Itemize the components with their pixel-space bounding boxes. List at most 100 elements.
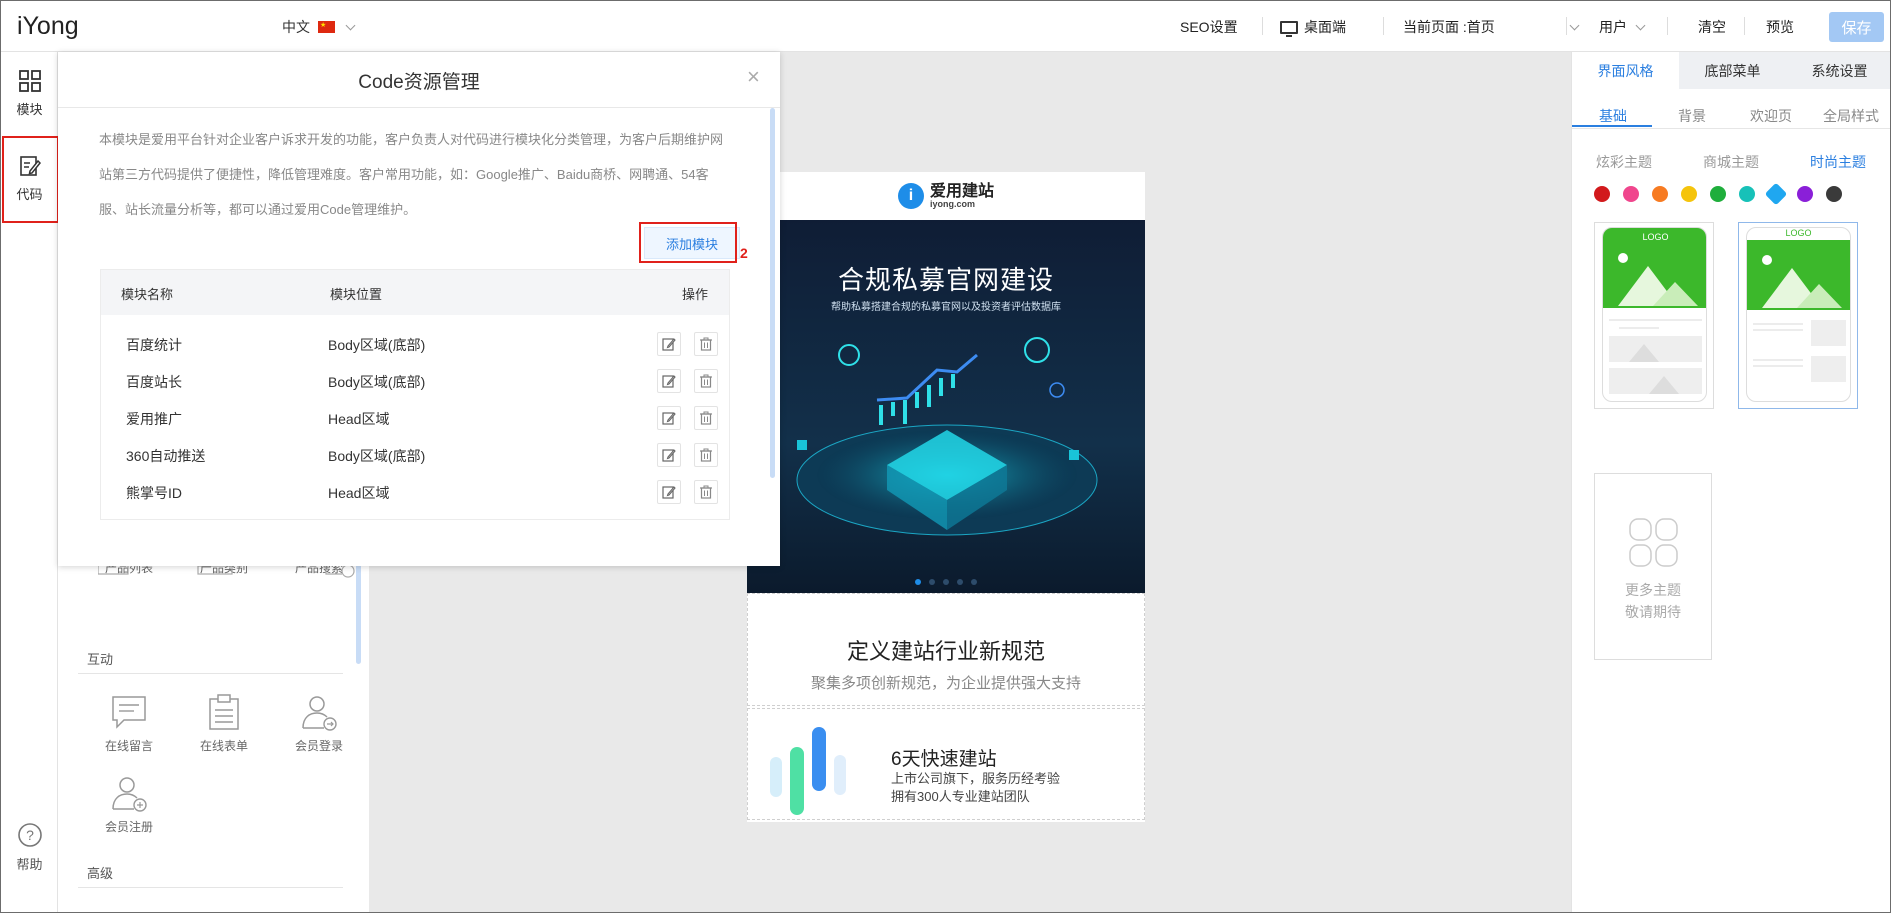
theme-card[interactable]: LOGO: [1594, 222, 1714, 409]
modules-button[interactable]: 模块: [1, 69, 58, 118]
block2-text: 上市公司旗下，服务历经考验 拥有300人专业建站团队: [891, 770, 1060, 806]
preview-block-norms[interactable]: 定义建站行业新规范 聚集多项创新规范，为企业提供强大支持: [747, 593, 1145, 706]
style-subtabs: 基础 背景 欢迎页 全局样式: [1572, 99, 1890, 129]
delete-button[interactable]: [694, 369, 718, 393]
module-member-register[interactable]: 会员注册: [87, 774, 171, 835]
edit-icon: [662, 338, 676, 351]
color-swatch[interactable]: [1652, 186, 1668, 202]
theme-tab-colorful[interactable]: 炫彩主题: [1596, 152, 1652, 172]
clear-label: 清空: [1698, 19, 1726, 35]
color-swatch[interactable]: [1739, 186, 1755, 202]
user-add-icon: [112, 777, 147, 812]
close-icon[interactable]: ×: [747, 64, 760, 90]
delete-button[interactable]: [694, 480, 718, 504]
top-bar: iYong 中文 SEO设置 桌面端 当前页面 :首页 用户 清空: [1, 1, 1890, 52]
color-swatch[interactable]: [1764, 182, 1788, 206]
block1-subtitle: 聚集多项创新规范，为企业提供强大支持: [810, 675, 1081, 692]
delete-button[interactable]: [694, 332, 718, 356]
preview-banner: 合规私募官网建设 帮助私募搭建合规的私募官网以及投资者评估数据库: [747, 220, 1145, 593]
color-swatch[interactable]: [1594, 186, 1610, 202]
user-menu[interactable]: 用户: [1599, 17, 1646, 37]
module-online-message[interactable]: 在线留言: [87, 693, 171, 754]
seo-settings-button[interactable]: SEO设置: [1180, 17, 1238, 37]
theme-card-selected[interactable]: LOGO: [1738, 222, 1858, 409]
carousel-dots[interactable]: [747, 579, 1145, 585]
table-header: 模块名称 模块位置 操作: [101, 270, 729, 315]
preview-block-fast[interactable]: 6天快速建站 上市公司旗下，服务历经考验 拥有300人专业建站团队: [747, 708, 1145, 820]
subtab-welcome[interactable]: 欢迎页: [1750, 106, 1792, 126]
table-row: 百度站长 Body区域(底部): [101, 362, 731, 399]
subtab-basic[interactable]: 基础: [1599, 106, 1627, 126]
clear-button[interactable]: 清空: [1698, 17, 1726, 37]
color-swatch[interactable]: [1681, 186, 1697, 202]
trash-icon: [700, 374, 712, 388]
theme-logo: LOGO: [1642, 232, 1669, 242]
brand-domain: iyong.com: [929, 198, 975, 209]
dialog-description: 本模块是爱用平台针对企业客户诉求开发的功能，客户负责人对代码进行模块化分类管理，…: [99, 132, 724, 217]
theme-banner: LOGO: [1603, 228, 1706, 308]
carousel-dot[interactable]: [929, 579, 935, 585]
chevron-down-icon: [345, 20, 356, 30]
more-themes-line2: 敬请期待: [1625, 604, 1681, 620]
message-icon: [112, 696, 146, 729]
carousel-dot[interactable]: [943, 579, 949, 585]
color-swatch[interactable]: [1710, 186, 1726, 202]
tab-system-settings[interactable]: 系统设置: [1786, 52, 1890, 89]
monitor-icon: [1280, 20, 1298, 37]
save-button[interactable]: 保存: [1829, 12, 1884, 42]
more-themes-card: 更多主题 敬请期待: [1594, 473, 1712, 660]
clipboard-icon: [209, 694, 239, 730]
color-swatch[interactable]: [1826, 186, 1842, 202]
row-name: 熊掌号ID: [126, 485, 182, 501]
module-online-form[interactable]: 在线表单: [182, 693, 266, 754]
app-logo: iYong: [17, 12, 79, 40]
row-name: 360自动推送: [126, 448, 206, 464]
delete-button[interactable]: [694, 406, 718, 430]
block2-line1: 上市公司旗下，服务历经考验: [891, 771, 1061, 786]
edit-button[interactable]: [657, 332, 681, 356]
theme-tab-fashion[interactable]: 时尚主题: [1810, 152, 1866, 172]
dialog-scrollbar[interactable]: [770, 108, 775, 478]
module-member-login[interactable]: 会员登录: [277, 693, 361, 754]
carousel-dot[interactable]: [957, 579, 963, 585]
edit-button[interactable]: [657, 406, 681, 430]
site-preview[interactable]: i 爱用建站 iyong.com 合规私募官网建设 帮助私募搭建合规的私募官网以…: [747, 172, 1145, 822]
row-position: Head区域: [328, 411, 390, 427]
grid-icon: [18, 70, 41, 92]
row-position: Body区域(底部): [328, 448, 426, 464]
subtab-global-style[interactable]: 全局样式: [1823, 106, 1879, 126]
theme-tab-mall[interactable]: 商城主题: [1703, 152, 1759, 172]
theme-preview-phone: LOGO: [1602, 227, 1707, 402]
device-label: 桌面端: [1304, 19, 1346, 35]
color-swatch[interactable]: [1797, 186, 1813, 202]
subtab-background[interactable]: 背景: [1678, 106, 1706, 126]
divider: [1383, 17, 1384, 35]
edit-button[interactable]: [657, 443, 681, 467]
current-page-select[interactable]: 当前页面 :首页: [1403, 17, 1580, 37]
theme-banner: [1747, 240, 1850, 310]
online-message-label: 在线留言: [104, 739, 153, 753]
code-module-table: 模块名称 模块位置 操作 百度统计 Body区域(底部) 百度站长 Body区域…: [100, 269, 730, 520]
preview-label: 预览: [1766, 19, 1794, 35]
device-toggle[interactable]: 桌面端: [1280, 17, 1346, 37]
carousel-dot[interactable]: [915, 579, 921, 585]
row-position: Head区域: [328, 485, 390, 501]
help-button[interactable]: ? 帮助: [1, 822, 58, 873]
chevron-down-icon: [1635, 20, 1646, 30]
edit-button[interactable]: [657, 480, 681, 504]
app-window: iYong 中文 SEO设置 桌面端 当前页面 :首页 用户 清空: [0, 0, 1891, 913]
seo-label: SEO设置: [1180, 19, 1238, 35]
trash-icon: [700, 411, 712, 425]
carousel-dot[interactable]: [971, 579, 977, 585]
help-label: 帮助: [16, 857, 43, 872]
edit-button[interactable]: [657, 369, 681, 393]
table-row: 百度统计 Body区域(底部): [101, 325, 731, 362]
color-swatch[interactable]: [1623, 186, 1639, 202]
row-name: 爱用推广: [126, 411, 182, 427]
tab-bottom-menu[interactable]: 底部菜单: [1679, 52, 1786, 89]
tab-interface-style[interactable]: 界面风格: [1572, 52, 1679, 89]
banner-title: 合规私募官网建设: [837, 265, 1054, 295]
language-select[interactable]: 中文: [282, 17, 356, 37]
preview-button[interactable]: 预览: [1766, 17, 1794, 37]
delete-button[interactable]: [694, 443, 718, 467]
